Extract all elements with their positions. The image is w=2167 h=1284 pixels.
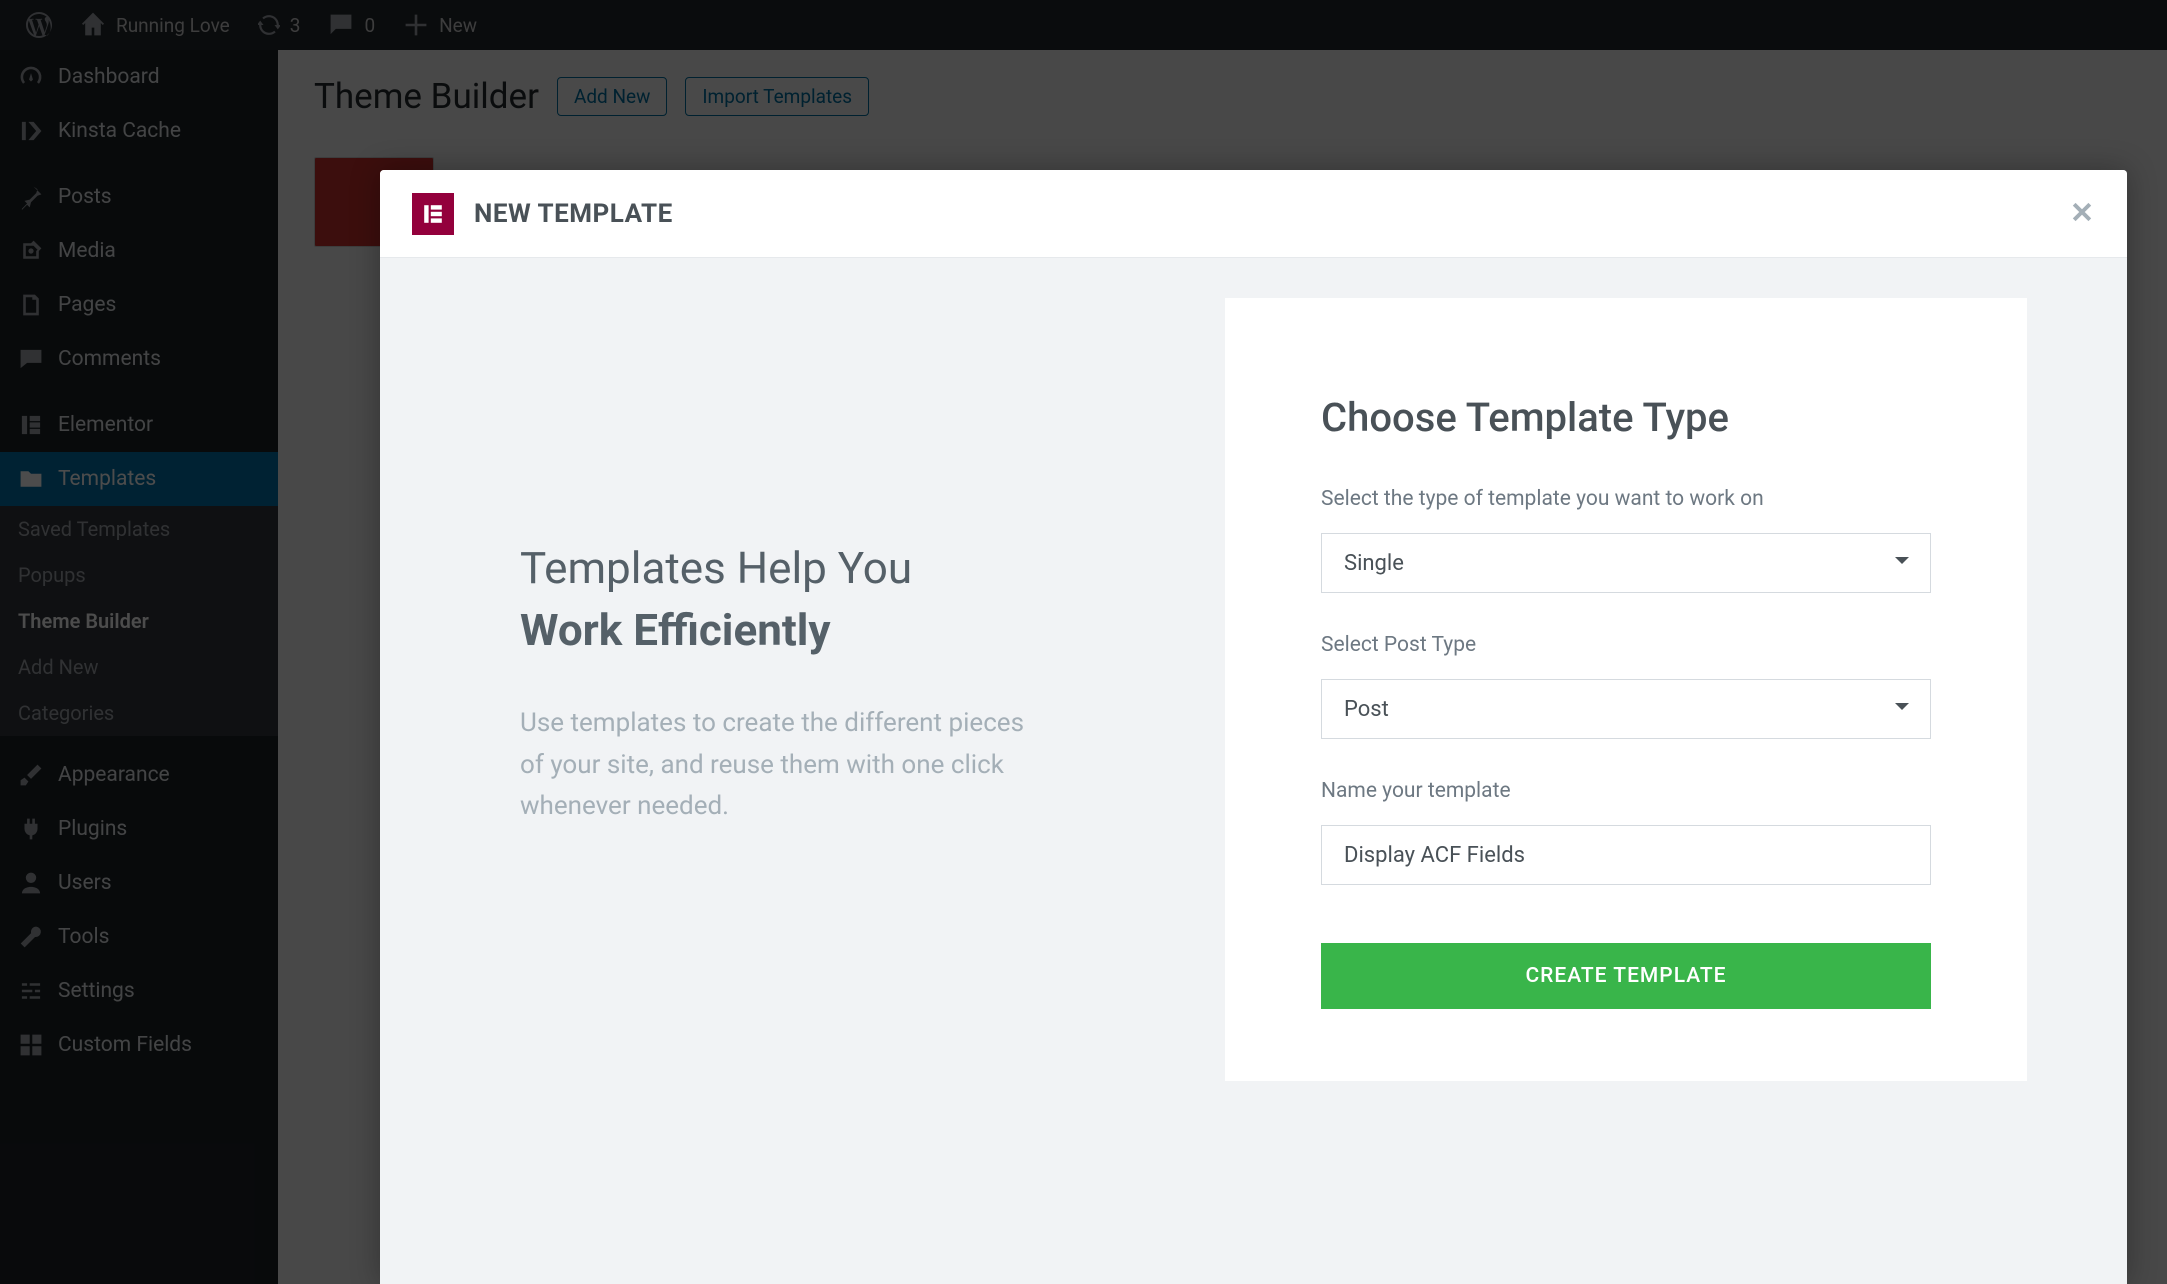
form-heading: Choose Template Type: [1321, 394, 1931, 441]
template-form: Choose Template Type Select the type of …: [1225, 298, 2027, 1081]
modal-title: NEW TEMPLATE: [474, 199, 673, 229]
post-type-label: Select Post Type: [1321, 633, 1931, 657]
new-template-modal: NEW TEMPLATE Templates Help You Work Eff…: [380, 170, 2127, 1284]
modal-right-panel: Choose Template Type Select the type of …: [1225, 258, 2127, 1284]
modal-left-desc: Use templates to create the different pi…: [520, 703, 1040, 828]
modal-header: NEW TEMPLATE: [380, 170, 2127, 258]
template-name-input[interactable]: [1321, 825, 1931, 885]
modal-heading-line1: Templates Help You: [520, 542, 912, 594]
close-button[interactable]: [2069, 199, 2095, 229]
modal-left-panel: Templates Help You Work Efficiently Use …: [380, 258, 1225, 1284]
template-name-label: Name your template: [1321, 779, 1931, 803]
modal-body: Templates Help You Work Efficiently Use …: [380, 258, 2127, 1284]
post-type-select[interactable]: Post: [1321, 679, 1931, 739]
template-type-label: Select the type of template you want to …: [1321, 487, 1931, 511]
modal-heading-line2: Work Efficiently: [520, 600, 1155, 662]
create-template-button[interactable]: CREATE TEMPLATE: [1321, 943, 1931, 1009]
modal-left-heading: Templates Help You Work Efficiently: [520, 538, 1155, 661]
template-type-select[interactable]: Single: [1321, 533, 1931, 593]
elementor-logo-icon: [412, 193, 454, 235]
close-icon: [2069, 199, 2095, 225]
